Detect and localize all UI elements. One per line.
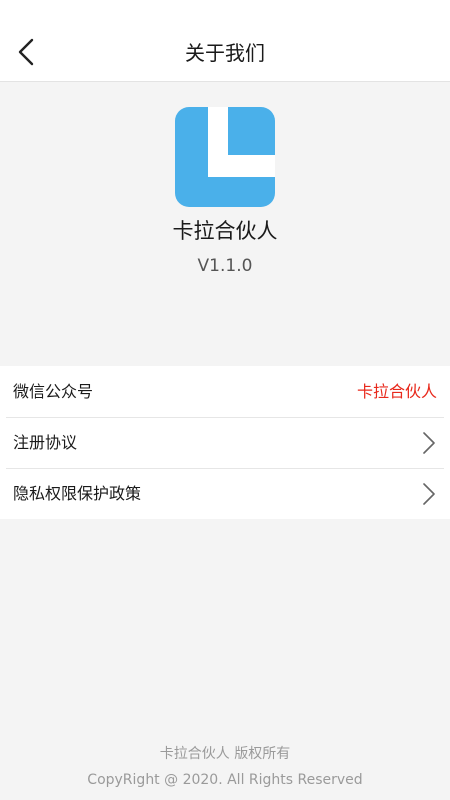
chevron-right-icon bbox=[423, 483, 435, 505]
wechat-account-row[interactable]: 微信公众号 卡拉合伙人 bbox=[0, 366, 450, 417]
wechat-account-label: 微信公众号 bbox=[13, 382, 94, 401]
app-name: 卡拉合伙人 bbox=[172, 219, 278, 243]
chevron-right-icon bbox=[423, 432, 435, 454]
privacy-policy-label: 隐私权限保护政策 bbox=[13, 484, 142, 503]
settings-list: 微信公众号 卡拉合伙人 注册协议 隐私权限保护政策 bbox=[0, 366, 450, 519]
privacy-policy-row[interactable]: 隐私权限保护政策 bbox=[0, 468, 450, 519]
nav-bar: 关于我们 bbox=[0, 0, 450, 82]
wechat-account-value: 卡拉合伙人 bbox=[356, 382, 437, 401]
page-title: 关于我们 bbox=[185, 41, 265, 65]
copyright-owner: 卡拉合伙人 版权所有 bbox=[159, 746, 291, 762]
app-logo-icon bbox=[175, 107, 275, 207]
copyright-notice: CopyRight @ 2020. All Rights Reserved bbox=[87, 772, 363, 788]
registration-agreement-label: 注册协议 bbox=[13, 433, 78, 452]
registration-agreement-row[interactable]: 注册协议 bbox=[0, 417, 450, 468]
app-version: V1.1.0 bbox=[197, 256, 253, 276]
